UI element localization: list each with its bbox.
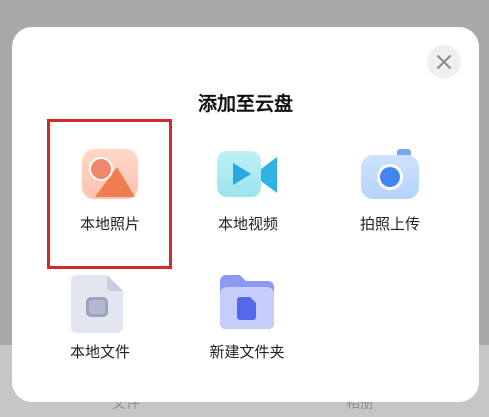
option-label: 本地视频 xyxy=(217,215,278,233)
option-label: 拍照上传 xyxy=(359,215,420,233)
option-label: 本地文件 xyxy=(69,343,130,361)
close-button[interactable] xyxy=(427,45,461,79)
option-take-photo-upload[interactable]: 拍照上传 xyxy=(325,145,455,245)
sheet-title: 添加至云盘 xyxy=(197,93,293,115)
option-local-videos[interactable]: 本地视频 xyxy=(183,145,313,245)
camera-icon xyxy=(361,149,419,199)
option-label: 新建文件夹 xyxy=(209,343,285,361)
add-to-cloud-sheet: 添加至云盘 本地照片 本地视频 拍照上传 本地文件 新建文件夹 xyxy=(12,27,479,402)
option-new-folder[interactable]: 新建文件夹 xyxy=(182,273,312,373)
video-icon xyxy=(217,151,277,197)
option-local-files[interactable]: 本地文件 xyxy=(35,273,165,373)
folder-icon xyxy=(220,275,274,329)
close-icon xyxy=(437,55,451,69)
file-icon xyxy=(71,275,123,333)
selection-highlight-box xyxy=(47,119,172,269)
